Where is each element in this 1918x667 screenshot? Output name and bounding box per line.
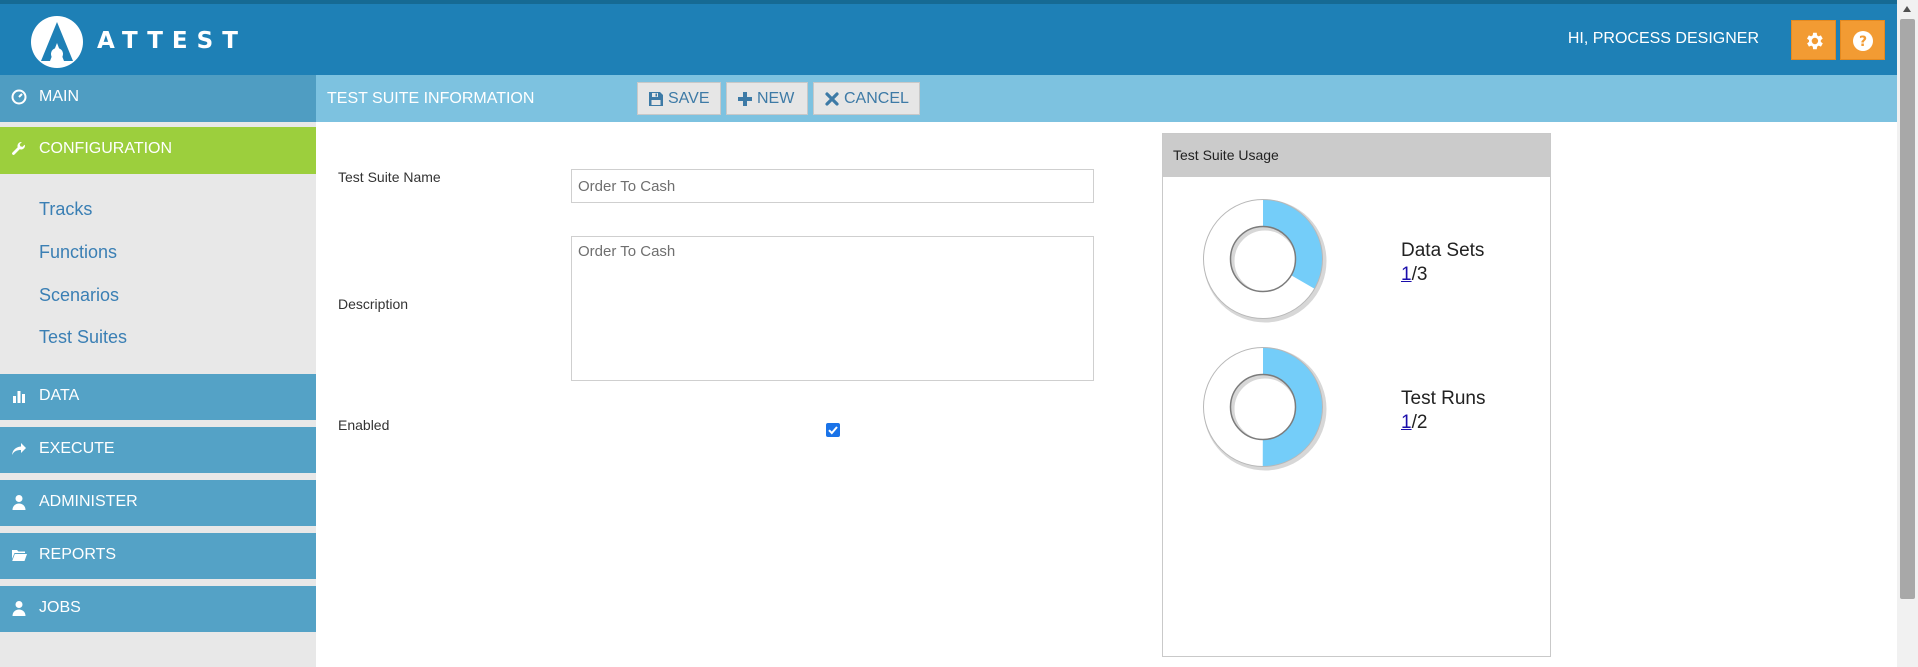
save-button[interactable]: SAVE (637, 82, 721, 115)
page-scrollbar[interactable] (1897, 0, 1918, 667)
floppy-disk-icon (649, 92, 663, 106)
nav-jobs[interactable]: JOBS (0, 586, 316, 632)
panel-title: Test Suite Usage (1173, 147, 1279, 163)
question-circle-icon: ? (1853, 31, 1873, 51)
close-icon (825, 92, 839, 106)
sidebar-item-scenarios[interactable]: Scenarios (39, 285, 119, 306)
sidebar: MAIN CONFIGURATION Tracks Functions Scen… (0, 75, 316, 667)
data-sets-total: /3 (1411, 264, 1428, 285)
user-greeting: HI, PROCESS DESIGNER (1567, 30, 1759, 47)
nav-administer-label: ADMINISTER (39, 493, 138, 510)
save-button-label: SAVE (668, 90, 710, 107)
settings-button[interactable] (1791, 20, 1836, 60)
nav-reports-label: REPORTS (39, 546, 117, 563)
sidebar-item-test-suites[interactable]: Test Suites (39, 327, 127, 348)
bar-chart-icon (13, 391, 25, 403)
data-sets-donut-chart (1203, 199, 1327, 323)
panel-header: Test Suite Usage (1163, 134, 1550, 177)
nav-main-label: MAIN (39, 88, 79, 105)
user-icon (12, 495, 26, 510)
logo-text: ATTEST (97, 28, 247, 54)
sidebar-item-functions[interactable]: Functions (39, 242, 117, 263)
page-toolbar: TEST SUITE INFORMATION SAVE NEW CANCEL (316, 75, 1897, 122)
test-runs-label: Test Runs (1401, 388, 1486, 409)
data-sets-used-link[interactable]: 1 (1401, 264, 1412, 285)
test-suite-name-label: Test Suite Name (338, 169, 441, 185)
wrench-icon (12, 141, 26, 155)
page-title: TEST SUITE INFORMATION (327, 90, 535, 107)
checkmark-icon (828, 426, 838, 435)
test-runs-count: 1/2 (1401, 412, 1427, 434)
svg-text:?: ? (1859, 34, 1867, 50)
data-sets-count: 1/3 (1401, 264, 1427, 286)
nav-configuration-label: CONFIGURATION (39, 140, 173, 157)
new-button[interactable]: NEW (726, 82, 808, 115)
nav-reports[interactable]: REPORTS (0, 533, 316, 579)
nav-administer[interactable]: ADMINISTER (0, 480, 316, 526)
enabled-label: Enabled (338, 417, 390, 433)
test-suite-usage-panel: Test Suite Usage Data Sets 1/3 Test Runs… (1162, 133, 1551, 657)
nav-jobs-label: JOBS (39, 599, 81, 616)
enabled-checkbox[interactable] (826, 423, 840, 437)
dashboard-icon (11, 89, 27, 105)
nav-execute[interactable]: EXECUTE (0, 427, 316, 473)
user-icon (12, 601, 26, 616)
new-button-label: NEW (757, 90, 795, 107)
scroll-up-arrow-icon[interactable] (1903, 6, 1911, 12)
description-textarea[interactable]: Order To Cash (571, 236, 1094, 381)
test-runs-total: /2 (1411, 412, 1428, 433)
description-label: Description (338, 296, 409, 312)
test-suite-name-input[interactable] (571, 169, 1094, 203)
nav-data-label: DATA (39, 387, 80, 404)
nav-data[interactable]: DATA (0, 374, 316, 420)
scrollbar-thumb[interactable] (1900, 19, 1915, 599)
plus-icon (738, 92, 752, 106)
gear-icon (1807, 32, 1823, 50)
nav-configuration[interactable]: CONFIGURATION (0, 127, 316, 174)
test-runs-donut-chart (1203, 347, 1327, 471)
sidebar-item-tracks[interactable]: Tracks (39, 199, 92, 220)
share-arrow-icon (12, 443, 26, 455)
help-button[interactable]: ? (1840, 20, 1885, 60)
nav-execute-label: EXECUTE (39, 440, 115, 457)
logo-a-icon (41, 22, 73, 61)
cancel-button-label: CANCEL (844, 90, 909, 107)
data-sets-label: Data Sets (1401, 240, 1485, 261)
folder-open-icon (12, 550, 27, 561)
cancel-button[interactable]: CANCEL (813, 82, 920, 115)
top-header: ATTEST HI, PROCESS DESIGNER ? (0, 0, 1897, 75)
nav-main[interactable]: MAIN (0, 75, 316, 122)
test-runs-used-link[interactable]: 1 (1401, 412, 1412, 433)
attest-logo[interactable] (31, 16, 83, 68)
